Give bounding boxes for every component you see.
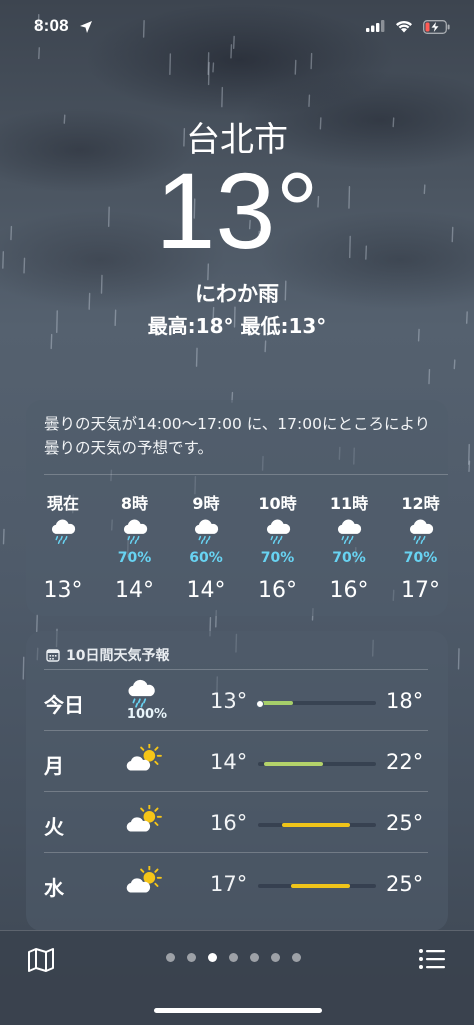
daily-row[interactable]: 月 14° 22° [26, 730, 448, 791]
day-label: 火 [44, 811, 64, 840]
hour-temp: 17° [385, 578, 457, 603]
ten-day-forecast-card[interactable]: 10日間天気予報 今日 100% 13° 18° 月 14° 22° 火 16° 25° 水 17° 2… [26, 631, 448, 931]
rain-cloud-icon [242, 518, 314, 554]
page-dot[interactable] [292, 953, 301, 962]
low-temp: 16° [210, 811, 247, 835]
hourly-item: 12時70%17° [385, 490, 457, 603]
hourly-item: 11時70%16° [313, 490, 385, 603]
divider [44, 730, 428, 731]
temp-range-fill [282, 823, 350, 827]
hourly-item: 現在 13° [27, 490, 99, 603]
battery-charging-icon [423, 20, 451, 34]
page-dot[interactable] [166, 953, 175, 962]
rain-cloud-icon [27, 518, 99, 554]
hourly-forecast-card[interactable]: 曇りの天気が14:00～17:00 に、17:00にところにより曇りの天気の予想… [26, 400, 448, 616]
day-label: 今日 [44, 689, 84, 718]
calendar-icon [46, 648, 60, 662]
divider [44, 669, 428, 670]
rain-cloud-icon [313, 518, 385, 554]
hour-temp: 14° [170, 578, 242, 603]
high-temp: 25° [386, 872, 423, 896]
forecast-summary: 曇りの天気が14:00～17:00 に、17:00にところにより曇りの天気の予想… [44, 412, 434, 460]
hour-temp: 16° [242, 578, 314, 603]
hourly-item: 8時70%14° [99, 490, 171, 603]
high-temp: 25° [386, 811, 423, 835]
hour-temp: 14° [99, 578, 171, 603]
low-temp: 17° [210, 872, 247, 896]
divider [44, 474, 448, 475]
high-temp: 18° [386, 689, 423, 713]
partly-sunny-icon [124, 866, 174, 906]
high-temp: 22° [386, 750, 423, 774]
partly-sunny-icon [124, 805, 174, 845]
page-indicator[interactable] [166, 953, 316, 963]
hour-label: 11時 [313, 490, 385, 514]
status-time: 8:08 [34, 16, 69, 36]
low-temp: 14° [210, 750, 247, 774]
current-temperature: 13° [0, 152, 474, 271]
hour-label: 9時 [170, 490, 242, 514]
bottom-toolbar [0, 930, 474, 1025]
ten-day-header: 10日間天気予報 [46, 645, 169, 665]
page-dot[interactable] [250, 953, 259, 962]
rain-cloud-icon [170, 518, 242, 554]
temp-range-fill [264, 762, 323, 766]
hour-label: 現在 [27, 490, 99, 514]
temp-range-bar [258, 701, 376, 705]
precip-chance: 100% [121, 707, 173, 722]
day-label: 水 [44, 872, 64, 901]
city-list-icon[interactable] [418, 947, 446, 971]
temp-range-bar [258, 823, 376, 827]
temp-range-bar [258, 762, 376, 766]
location-arrow-icon [79, 20, 93, 34]
hour-temp: 13° [27, 578, 99, 603]
daily-row[interactable]: 今日 100% 13° 18° [26, 669, 448, 730]
hour-label: 8時 [99, 490, 171, 514]
page-dot[interactable] [208, 953, 217, 962]
divider [44, 791, 428, 792]
daily-row[interactable]: 水 17° 25° [26, 852, 448, 913]
divider [44, 852, 428, 853]
rain-cloud-icon [99, 518, 171, 554]
temp-range-bar [258, 884, 376, 888]
page-dot[interactable] [229, 953, 238, 962]
map-icon[interactable] [27, 947, 55, 973]
status-bar: 8:08 [0, 0, 474, 58]
hour-temp: 16° [313, 578, 385, 603]
hourly-item: 9時60%14° [170, 490, 242, 603]
low-temp: 13° [210, 689, 247, 713]
home-indicator[interactable] [154, 1008, 322, 1013]
hourly-item: 10時70%16° [242, 490, 314, 603]
wifi-icon [394, 19, 414, 33]
daily-row[interactable]: 火 16° 25° [26, 791, 448, 852]
cellular-signal-icon [366, 20, 386, 32]
page-dot[interactable] [187, 953, 196, 962]
hour-label: 12時 [385, 490, 457, 514]
ten-day-header-label: 10日間天気予報 [66, 648, 169, 664]
current-temp-marker [256, 700, 264, 708]
temp-range-fill [291, 884, 350, 888]
high-low-temperature: 最高:18° 最低:13° [0, 310, 474, 339]
page-dot[interactable] [271, 953, 280, 962]
current-condition: にわか雨 [0, 278, 474, 308]
hour-label: 10時 [242, 490, 314, 514]
day-label: 月 [44, 750, 64, 779]
partly-sunny-icon [124, 744, 174, 784]
rain-cloud-icon [385, 518, 457, 554]
